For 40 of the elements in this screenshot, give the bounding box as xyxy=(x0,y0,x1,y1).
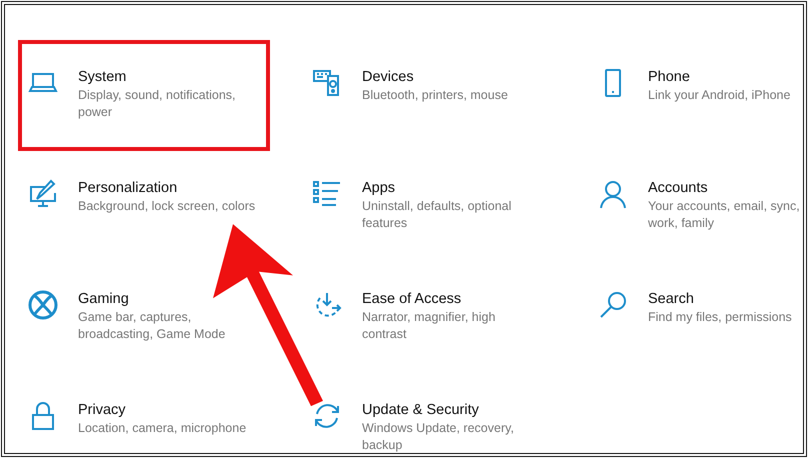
tile-description: Narrator, magnifier, high contrast xyxy=(362,309,496,343)
sync-arrows-icon xyxy=(312,401,342,431)
settings-tile[interactable]: Update & Security Windows Update, recovery, backup xyxy=(302,373,554,453)
settings-tile[interactable]: Gaming Game bar, captures, broadcasting, Game Mode xyxy=(18,262,270,373)
list-icon xyxy=(312,179,342,209)
settings-tile[interactable]: Search Find my files, permissions xyxy=(588,262,803,373)
settings-tile[interactable]: System Display, sound, notifications, power xyxy=(18,40,270,151)
search-icon xyxy=(598,290,628,320)
settings-tile[interactable]: Devices Bluetooth, printers, mouse xyxy=(302,40,554,151)
monitor-brush-icon xyxy=(28,179,58,209)
settings-tile[interactable]: Privacy Location, camera, microphone xyxy=(18,373,270,453)
tile-description: Find my files, permissions xyxy=(648,309,793,326)
tile-title: Search xyxy=(648,290,694,308)
settings-tile[interactable]: Personalization Background, lock screen, colors xyxy=(18,151,270,262)
tile-title: Ease of Access xyxy=(362,290,462,308)
tile-title: Accounts xyxy=(648,179,708,197)
person-icon xyxy=(598,179,628,209)
tile-description: Link your Android, iPhone xyxy=(648,87,792,104)
tile-description: Display, sound, notifications, power xyxy=(78,87,236,121)
tile-title: System xyxy=(78,68,126,86)
tile-description: Bluetooth, printers, mouse xyxy=(362,87,509,104)
tile-description: Game bar, captures, broadcasting, Game Mode xyxy=(78,309,226,343)
tile-title: Gaming xyxy=(78,290,129,308)
tile-title: Privacy xyxy=(78,401,126,419)
tile-description: Location, camera, microphone xyxy=(78,420,248,437)
settings-tile[interactable]: Apps Uninstall, defaults, optional features xyxy=(302,151,554,262)
tile-title: Devices xyxy=(362,68,414,86)
tile-description: Uninstall, defaults, optional features xyxy=(362,198,512,232)
tile-title: Update & Security xyxy=(362,401,479,419)
tile-description: Your accounts, email, sync, work, family xyxy=(648,198,801,232)
tile-description: Windows Update, recovery, backup xyxy=(362,420,515,453)
settings-tile[interactable]: Accounts Your accounts, email, sync, work, family xyxy=(588,151,803,262)
tile-title: Phone xyxy=(648,68,690,86)
keyboard-speaker-icon xyxy=(312,68,342,98)
tile-title: Personalization xyxy=(78,179,178,197)
tile-description: Background, lock screen, colors xyxy=(78,198,256,215)
tile-title: Apps xyxy=(362,179,396,197)
xbox-logo-icon xyxy=(28,290,58,320)
settings-tile[interactable]: Ease of Access Narrator, magnifier, high contrast xyxy=(302,262,554,373)
settings-tile[interactable]: Phone Link your Android, iPhone xyxy=(588,40,803,151)
